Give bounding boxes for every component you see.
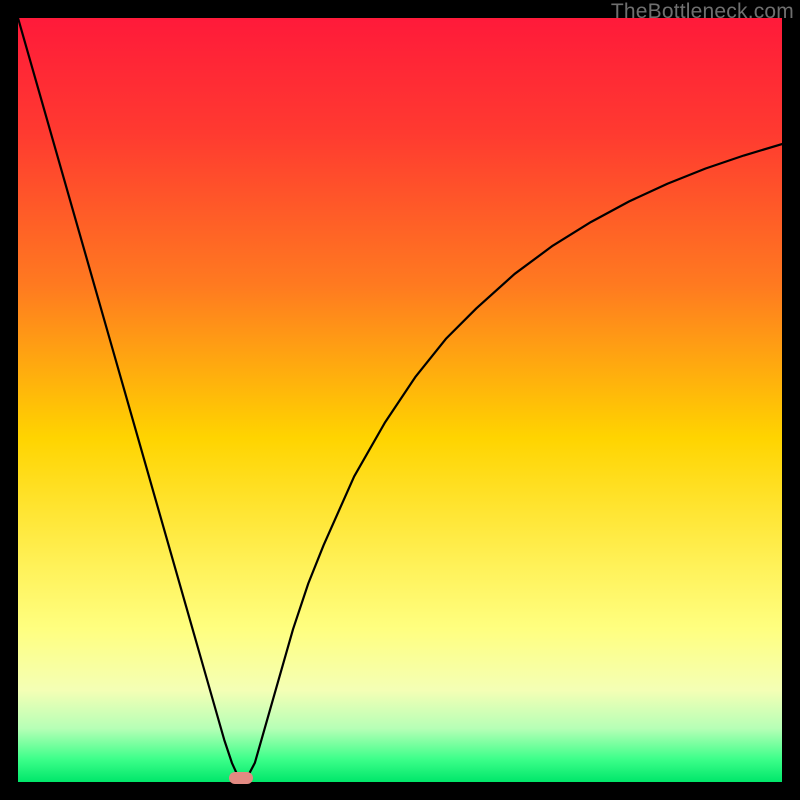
plot-area <box>18 18 782 782</box>
bottleneck-curve <box>18 18 782 782</box>
chart-stage: TheBottleneck.com <box>0 0 800 800</box>
optimum-marker <box>229 772 253 784</box>
